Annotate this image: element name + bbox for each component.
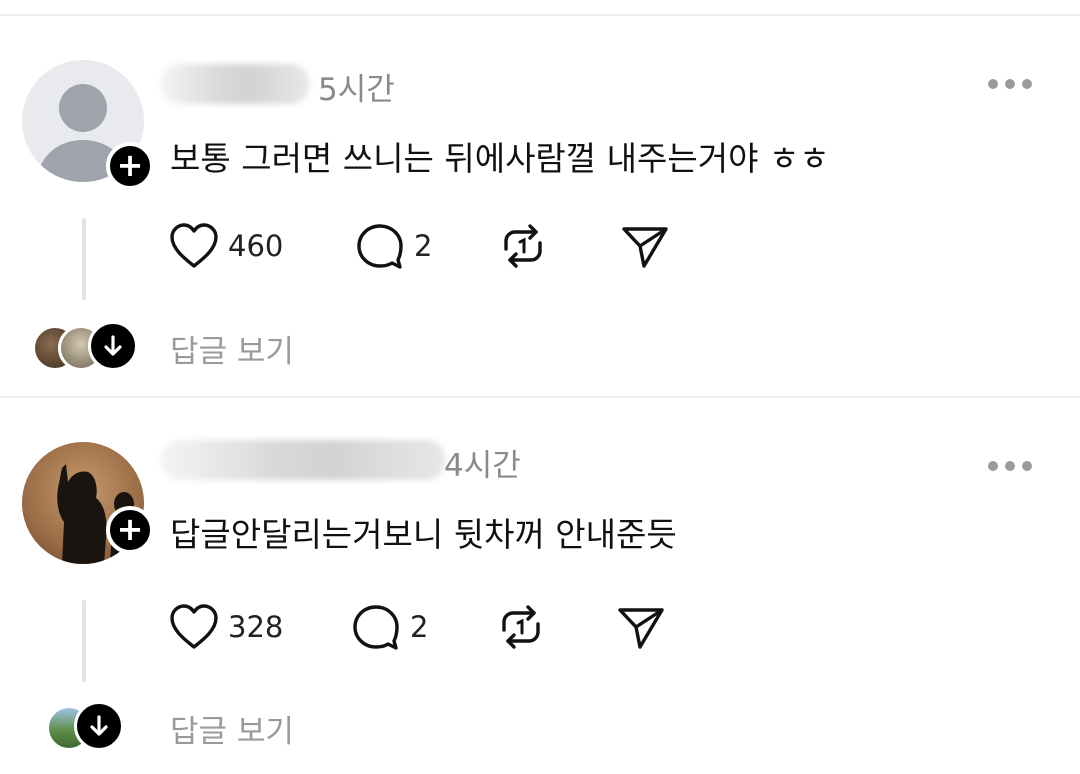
expand-replies-button[interactable] (88, 321, 138, 371)
plus-icon: + (116, 146, 144, 184)
reply-count: 2 (410, 610, 429, 644)
thread-line (82, 600, 86, 682)
like-button[interactable]: 460 (168, 219, 283, 273)
follow-button[interactable]: + (106, 506, 154, 554)
like-count: 460 (228, 229, 284, 263)
reply-button[interactable]: 2 (350, 600, 428, 654)
repost-icon (504, 224, 542, 268)
post-text: 답글안달리는거보니 뒷차꺼 안내준듯 (170, 515, 677, 554)
post-time: 4시간 (444, 448, 521, 484)
thread-line (82, 218, 86, 300)
send-icon (618, 608, 664, 649)
comment-icon (353, 605, 399, 650)
repost-button[interactable] (498, 219, 548, 273)
post-time: 5시간 (318, 72, 395, 108)
send-icon (622, 227, 668, 268)
like-count: 328 (228, 610, 284, 644)
view-replies-link[interactable]: 답글 보기 (170, 326, 294, 371)
reply-post: + 5시간 보통 그러면 쓰니는 뒤에사람껄 내주는거야 ㅎㅎ 460 2 답글… (0, 16, 1080, 396)
share-button[interactable] (620, 219, 670, 273)
repost-button[interactable] (496, 600, 546, 654)
share-button[interactable] (616, 600, 666, 654)
like-button[interactable]: 328 (168, 600, 283, 654)
username-blurred[interactable] (160, 64, 310, 104)
post-text: 보통 그러면 쓰니는 뒤에사람껄 내주는거야 ㅎㅎ (170, 139, 830, 178)
reply-count: 2 (414, 229, 433, 263)
heart-icon (170, 604, 218, 649)
more-icon[interactable] (988, 456, 1040, 471)
reply-post: + 4시간 답글안달리는거보니 뒷차꺼 안내준듯 328 2 답글 보기 (0, 398, 1080, 774)
username-blurred[interactable] (160, 440, 446, 480)
plus-icon: + (116, 510, 144, 548)
reply-button[interactable]: 2 (354, 219, 432, 273)
heart-icon (170, 223, 218, 268)
follow-button[interactable]: + (106, 142, 154, 190)
arrow-down-icon (104, 335, 122, 356)
more-icon[interactable] (988, 74, 1040, 89)
expand-replies-button[interactable] (74, 701, 124, 751)
comment-icon (357, 224, 403, 269)
view-replies-link[interactable]: 답글 보기 (170, 706, 294, 751)
repost-icon (502, 605, 540, 649)
arrow-down-icon (90, 715, 108, 736)
